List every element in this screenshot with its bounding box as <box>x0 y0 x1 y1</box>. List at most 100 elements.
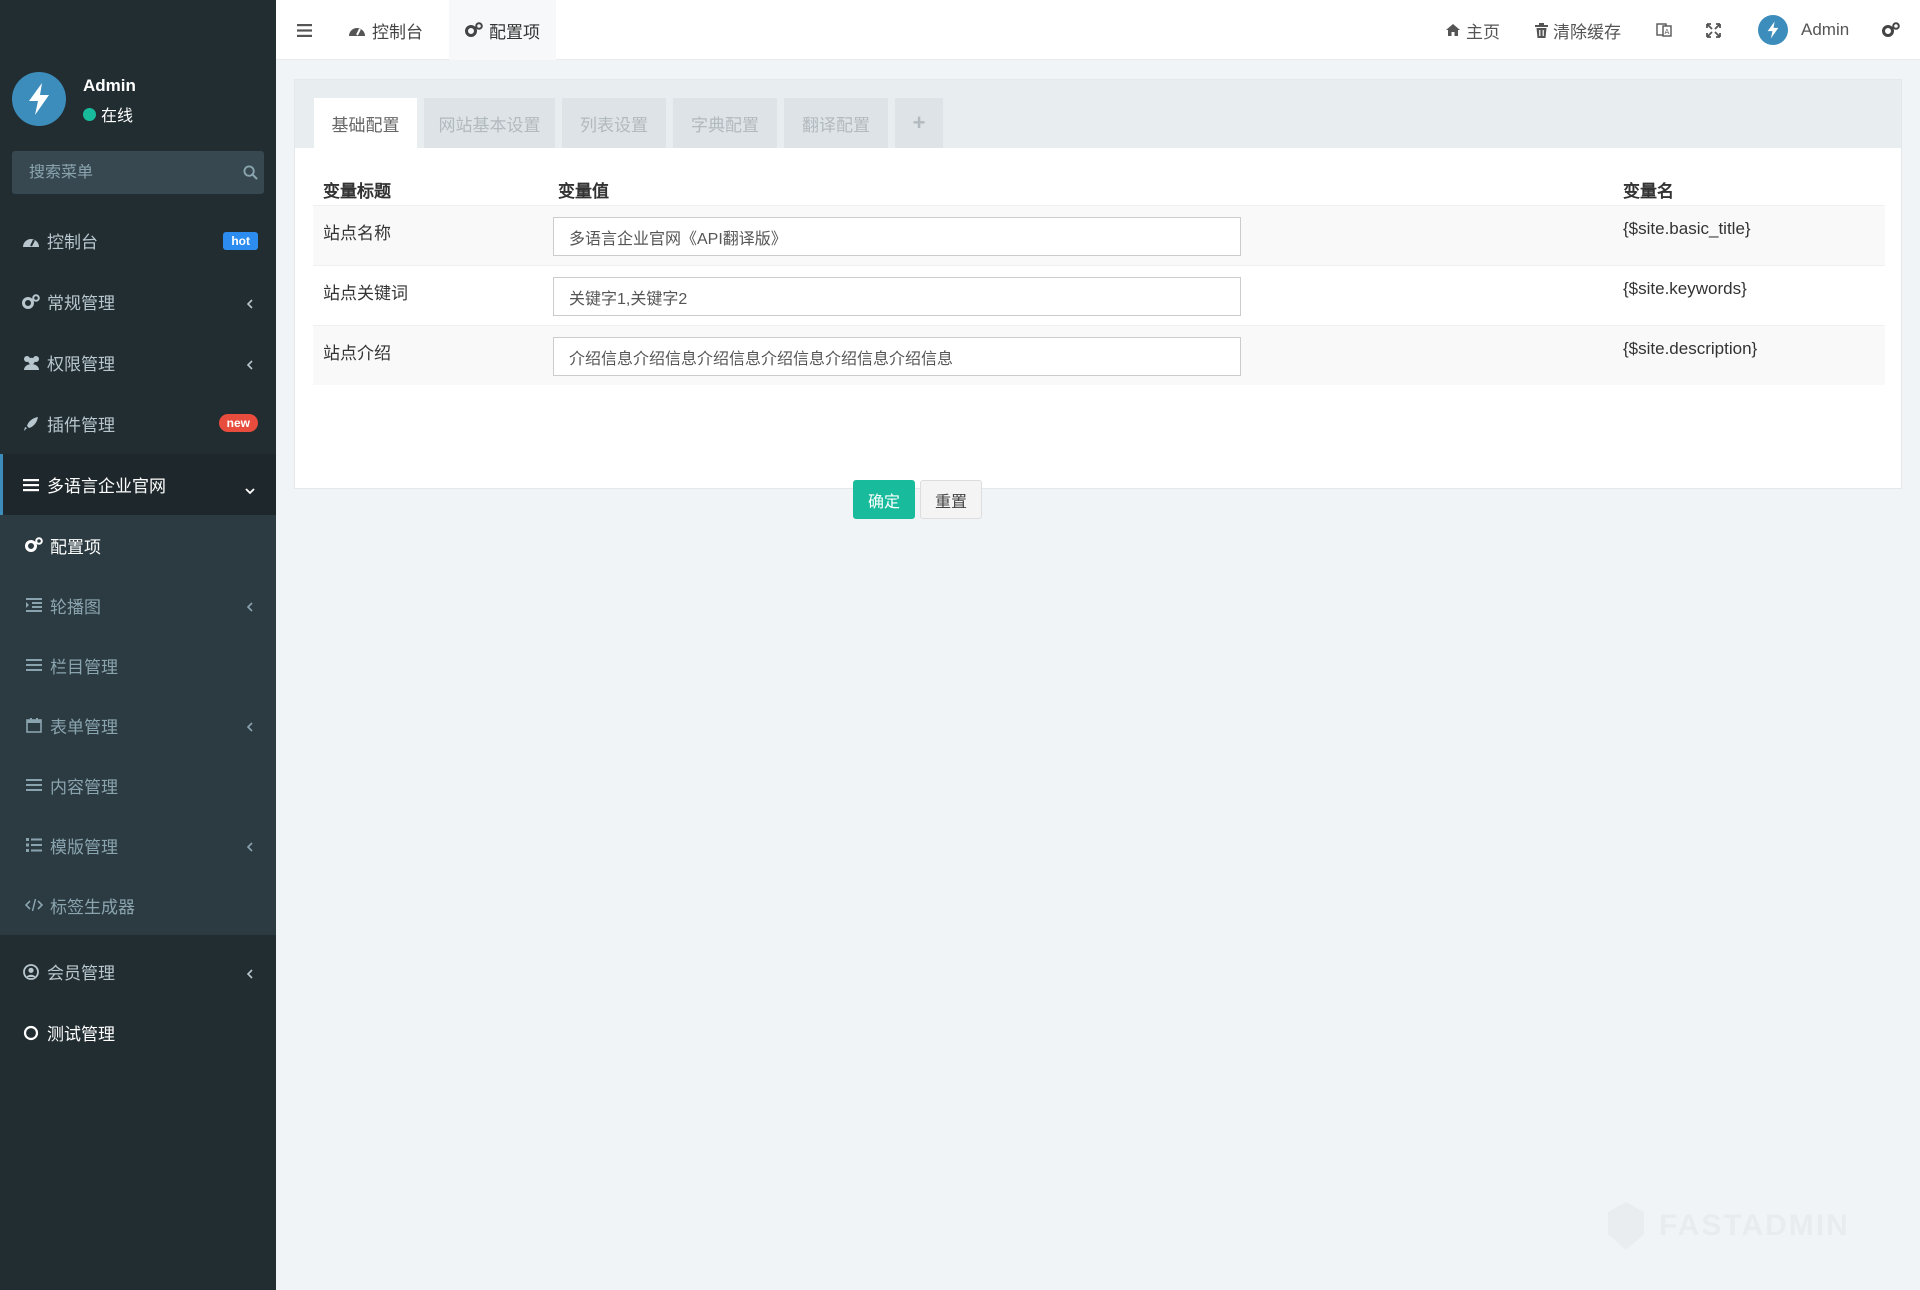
sidebar-item-label: 模版管理 <box>50 837 118 857</box>
site-name-input[interactable] <box>553 217 1241 256</box>
submit-button[interactable]: 确定 <box>853 480 915 519</box>
fastadmin-logo-icon <box>1608 1202 1644 1250</box>
lightning-icon <box>29 83 49 115</box>
sidebar-item-carousel[interactable]: 轮播图 <box>0 575 276 635</box>
home-icon <box>1446 24 1460 36</box>
sidebar-item-label: 多语言企业官网 <box>47 477 166 496</box>
config-table: 变量标题 变量值 变量名 站点名称 {$site.basic_title} 站点… <box>313 165 1885 385</box>
config-panel: 基础配置 网站基本设置 列表设置 字典配置 翻译配置 + 变量标题 变量值 变量… <box>294 79 1902 519</box>
svg-text:A: A <box>1665 28 1670 36</box>
sidebar-item-label: 内容管理 <box>50 777 118 797</box>
user-circle-icon <box>21 963 41 980</box>
admin-name: Admin <box>1801 20 1850 39</box>
user-status-label: 在线 <box>101 108 134 125</box>
tab-dictionary-config[interactable]: 字典配置 <box>673 98 777 148</box>
sidebar-item-label: 表单管理 <box>50 717 118 737</box>
user-menu[interactable]: Admin <box>1758 0 1849 60</box>
avatar <box>1758 15 1788 45</box>
tab-site-settings[interactable]: 网站基本设置 <box>424 98 555 148</box>
submenu-multilang-site: 配置项 轮播图 栏目管理 表单管理 内容管理 模版管理 标签生成器 <box>0 515 276 935</box>
sidebar-search <box>12 151 264 194</box>
clear-cache-label: 清除缓存 <box>1553 22 1621 42</box>
sidebar-item-general[interactable]: 常规管理 <box>0 271 276 332</box>
sidebar-item-config[interactable]: 配置项 <box>0 515 276 575</box>
add-tab-button[interactable]: + <box>895 98 943 148</box>
reset-button[interactable]: 重置 <box>920 480 982 519</box>
language-icon: A <box>1656 23 1672 37</box>
dashboard-icon <box>21 234 41 248</box>
top-navbar: 控制台 配置项 主页 清除缓存 A Admin <box>276 0 1920 60</box>
user-panel: Admin 在线 <box>0 60 276 150</box>
fullscreen-button[interactable] <box>1706 0 1721 60</box>
sidebar-item-test[interactable]: 测试管理 <box>0 1002 276 1063</box>
clear-cache-button[interactable]: 清除缓存 <box>1535 0 1621 60</box>
tab-label: 配置项 <box>489 22 540 42</box>
list-icon <box>24 778 44 792</box>
sidebar-item-addon[interactable]: 插件管理 new <box>0 393 276 454</box>
online-dot-icon <box>83 107 96 121</box>
sidebar-item-multilang-site[interactable]: 多语言企业官网 <box>0 454 276 515</box>
indent-icon <box>24 598 44 612</box>
search-input[interactable] <box>12 163 236 182</box>
list-ol-icon <box>24 838 44 852</box>
table-row: 站点关键词 {$site.keywords} <box>313 265 1885 325</box>
trash-icon <box>1535 22 1548 38</box>
home-link[interactable]: 主页 <box>1445 0 1500 60</box>
sidebar-menu: 控制台 hot 常规管理 权限管理 插件管理 new 多语言企业官网 配置项 轮… <box>0 210 276 1063</box>
chevron-left-icon <box>246 356 254 376</box>
sidebar-item-members[interactable]: 会员管理 <box>0 941 276 1002</box>
rocket-icon <box>21 416 41 432</box>
language-switch-button[interactable]: A <box>1656 0 1672 60</box>
avatar[interactable] <box>12 72 66 126</box>
sidebar-item-label: 控制台 <box>47 233 98 252</box>
sidebar-toggle-button[interactable] <box>276 0 332 60</box>
header-title: 变量标题 <box>323 182 391 201</box>
sidebar-item-label: 轮播图 <box>50 597 101 617</box>
list-icon <box>24 658 44 672</box>
sidebar-item-label: 常规管理 <box>47 294 115 313</box>
chevron-left-icon <box>246 598 254 618</box>
sidebar-item-label: 测试管理 <box>47 1025 115 1044</box>
tab-basic-config[interactable]: 基础配置 <box>314 98 417 148</box>
table-row: 站点名称 {$site.basic_title} <box>313 205 1885 265</box>
new-badge: new <box>218 414 258 432</box>
sidebar-item-templates[interactable]: 模版管理 <box>0 815 276 875</box>
search-button[interactable] <box>236 151 264 194</box>
sidebar-item-label: 插件管理 <box>47 416 115 435</box>
user-status: 在线 <box>83 102 133 126</box>
sidebar-item-category[interactable]: 栏目管理 <box>0 635 276 695</box>
cogs-icon <box>21 293 41 310</box>
user-name: Admin <box>83 76 136 95</box>
cogs-icon <box>1882 22 1900 37</box>
row-varname: {$site.keywords} <box>1623 279 1747 298</box>
lightning-icon <box>1767 21 1779 39</box>
site-keywords-input[interactable] <box>553 277 1241 316</box>
site-description-input[interactable] <box>553 337 1241 376</box>
sidebar-item-auth[interactable]: 权限管理 <box>0 332 276 393</box>
chevron-left-icon <box>246 295 254 315</box>
sidebar-item-content[interactable]: 内容管理 <box>0 755 276 815</box>
sidebar-item-label: 标签生成器 <box>50 897 135 917</box>
search-icon <box>242 165 258 180</box>
circle-icon <box>21 1025 41 1041</box>
watermark-text: FASTADMIN <box>1659 1209 1850 1242</box>
home-label: 主页 <box>1466 22 1500 42</box>
tab-config[interactable]: 配置项 <box>449 0 556 60</box>
tab-label: 控制台 <box>372 22 423 42</box>
sidebar-item-tag-generator[interactable]: 标签生成器 <box>0 875 276 935</box>
tab-list-settings[interactable]: 列表设置 <box>562 98 666 148</box>
sidebar: Admin 在线 控制台 hot 常规管理 <box>0 0 276 1290</box>
sidebar-item-forms[interactable]: 表单管理 <box>0 695 276 755</box>
chevron-left-icon <box>246 838 254 858</box>
watermark: FASTADMIN <box>1605 1200 1850 1252</box>
chevron-down-icon <box>244 480 256 500</box>
list-icon <box>21 478 41 492</box>
sidebar-item-label: 栏目管理 <box>50 657 118 677</box>
hot-badge: hot <box>223 232 258 250</box>
tab-translation-config[interactable]: 翻译配置 <box>784 98 888 148</box>
sidebar-item-dashboard[interactable]: 控制台 hot <box>0 210 276 271</box>
config-tabs: 基础配置 网站基本设置 列表设置 字典配置 翻译配置 + <box>295 80 1901 148</box>
row-varname: {$site.basic_title} <box>1623 219 1751 238</box>
tab-dashboard[interactable]: 控制台 <box>332 0 439 60</box>
settings-button[interactable] <box>1882 0 1900 60</box>
